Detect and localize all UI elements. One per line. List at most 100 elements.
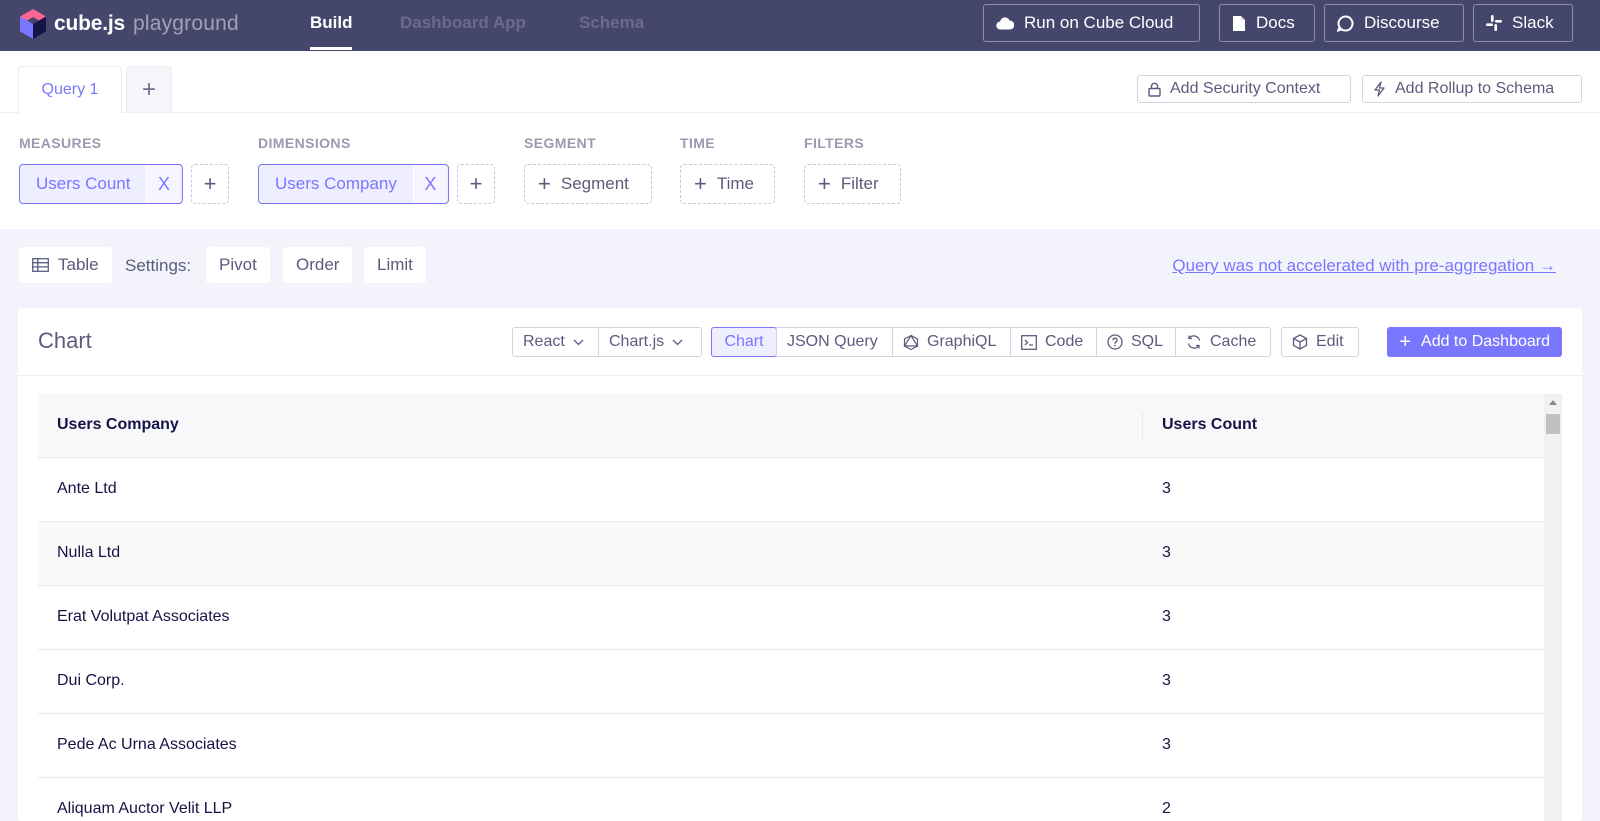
- settings-label: Settings:: [125, 256, 192, 275]
- framework-select[interactable]: React: [512, 327, 599, 357]
- discourse-button[interactable]: Discourse: [1324, 4, 1464, 42]
- add-rollup-label: Add Rollup to Schema: [1395, 80, 1555, 97]
- chart-card: Chart React Chart.js Chart JSON Query Gr…: [18, 308, 1582, 821]
- add-filter-button[interactable]: + Filter: [804, 164, 901, 204]
- tab-code[interactable]: Code: [1010, 327, 1097, 357]
- plus-icon: +: [818, 171, 831, 196]
- remove-dimension-close-icon[interactable]: X: [412, 165, 447, 203]
- table-row: Dui Corp. 3: [38, 650, 1562, 714]
- cell-count: 3: [1162, 544, 1171, 561]
- slack-icon: [1486, 15, 1502, 31]
- pivot-button[interactable]: Pivot: [206, 247, 270, 283]
- table-icon: [32, 258, 49, 272]
- cell-count: 2: [1162, 800, 1171, 817]
- tab-sql[interactable]: SQL: [1096, 327, 1176, 357]
- add-query-tab-button[interactable]: +: [126, 66, 172, 112]
- dimensions-label: DIMENSIONS: [258, 135, 351, 151]
- cell-company: Ante Ltd: [57, 480, 117, 497]
- chevron-down-icon: [672, 339, 683, 345]
- add-measure-button[interactable]: +: [191, 164, 229, 204]
- nav-tab-dashboard-app[interactable]: Dashboard App: [400, 13, 526, 33]
- cell-count: 3: [1162, 608, 1171, 625]
- chevron-down-icon: [573, 339, 584, 345]
- cell-count: 3: [1162, 736, 1171, 753]
- edit-label: Edit: [1316, 333, 1344, 350]
- pre-aggregation-link[interactable]: Query was not accelerated with pre-aggre…: [1172, 256, 1556, 276]
- plus-icon: +: [538, 171, 551, 196]
- add-security-context-button[interactable]: Add Security Context: [1137, 75, 1351, 103]
- tab-json-query[interactable]: JSON Query: [776, 327, 893, 357]
- cell-company: Pede Ac Urna Associates: [57, 736, 237, 753]
- add-security-context-label: Add Security Context: [1170, 80, 1321, 97]
- results-table: Users Company Users Count Ante Ltd 3 Nul…: [38, 394, 1562, 821]
- tab-chart[interactable]: Chart: [711, 327, 777, 357]
- lock-icon: [1148, 82, 1161, 97]
- graphql-icon: [903, 333, 919, 350]
- tab-graphiql-label: GraphiQL: [927, 333, 997, 350]
- tab-query-1[interactable]: Query 1: [18, 66, 122, 113]
- add-to-dashboard-label: Add to Dashboard: [1421, 333, 1550, 350]
- run-on-cube-cloud-label: Run on Cube Cloud: [1024, 13, 1174, 32]
- tab-code-label: Code: [1045, 333, 1084, 350]
- column-header-users-count[interactable]: Users Count: [1162, 416, 1257, 434]
- dimension-chip-label[interactable]: Users Company: [259, 165, 413, 203]
- edit-button[interactable]: Edit: [1281, 327, 1359, 357]
- framework-value: React: [523, 333, 565, 350]
- logo[interactable]: cube.js playground: [18, 7, 239, 41]
- table-row: Ante Ltd 3: [38, 458, 1562, 522]
- tab-cache[interactable]: Cache: [1175, 327, 1271, 357]
- slack-label: Slack: [1512, 13, 1554, 32]
- logo-text: cube.js: [54, 12, 125, 35]
- slack-button[interactable]: Slack: [1473, 4, 1573, 42]
- box-icon: [1292, 334, 1308, 350]
- cell-count: 3: [1162, 480, 1171, 497]
- table-scrollbar[interactable]: [1544, 394, 1562, 821]
- remove-measure-close-icon[interactable]: X: [146, 165, 181, 203]
- measure-chip-users-count[interactable]: Users Count X: [19, 164, 183, 204]
- table-row: Aliquam Auctor Velit LLP 2: [38, 778, 1562, 821]
- query-tabs-bar: Query 1 + Add Security Context Add Rollu…: [0, 51, 1600, 113]
- add-dimension-button[interactable]: +: [457, 164, 495, 204]
- segment-label: SEGMENT: [524, 135, 597, 151]
- refresh-icon: [1187, 335, 1201, 349]
- table-header: Users Company Users Count: [38, 394, 1562, 458]
- cube-logo-icon: [20, 9, 46, 39]
- add-time-button[interactable]: + Time: [680, 164, 775, 204]
- visualization-type-button[interactable]: Table: [19, 247, 112, 283]
- limit-button[interactable]: Limit: [364, 247, 426, 283]
- tab-cache-label: Cache: [1210, 333, 1257, 350]
- top-navbar: cube.js playground Build Dashboard App S…: [0, 0, 1600, 51]
- chart-card-title: Chart: [38, 328, 92, 353]
- cell-company: Aliquam Auctor Velit LLP: [57, 800, 233, 817]
- logo-subtitle: playground: [132, 12, 239, 35]
- measure-chip-label[interactable]: Users Count: [20, 165, 146, 203]
- table-row: Nulla Ltd 3: [38, 522, 1562, 586]
- chart-library-value: Chart.js: [609, 333, 665, 350]
- plus-icon: +: [203, 171, 217, 196]
- nav-tab-build[interactable]: Build: [310, 13, 353, 33]
- table-row: Erat Volutpat Associates 3: [38, 586, 1562, 650]
- order-button[interactable]: Order: [283, 247, 353, 283]
- add-time-label: Time: [716, 174, 755, 193]
- nav-tab-schema[interactable]: Schema: [579, 13, 644, 33]
- scrollbar-thumb[interactable]: [1546, 414, 1560, 434]
- add-rollup-button[interactable]: Add Rollup to Schema: [1362, 75, 1582, 103]
- settings-bar: Table Settings: Pivot Order Limit Query …: [0, 229, 1600, 301]
- chart-library-select[interactable]: Chart.js: [598, 327, 702, 357]
- scroll-up-arrow-icon[interactable]: [1549, 400, 1557, 405]
- terminal-icon: [1021, 334, 1037, 350]
- discourse-label: Discourse: [1364, 13, 1440, 32]
- add-filter-label: Filter: [840, 174, 879, 193]
- tab-graphiql[interactable]: GraphiQL: [892, 327, 1011, 357]
- tab-sql-label: SQL: [1131, 333, 1164, 350]
- add-to-dashboard-button[interactable]: + Add to Dashboard: [1387, 327, 1562, 357]
- docs-button[interactable]: Docs: [1219, 4, 1315, 42]
- dimension-chip-users-company[interactable]: Users Company X: [258, 164, 449, 204]
- time-label: TIME: [680, 135, 716, 151]
- add-segment-button[interactable]: + Segment: [524, 164, 652, 204]
- column-divider: [1142, 412, 1143, 440]
- column-header-users-company[interactable]: Users Company: [57, 416, 179, 434]
- doc-icon: [1233, 15, 1245, 31]
- plus-icon: +: [694, 171, 707, 196]
- run-on-cube-cloud-button[interactable]: Run on Cube Cloud: [983, 4, 1200, 42]
